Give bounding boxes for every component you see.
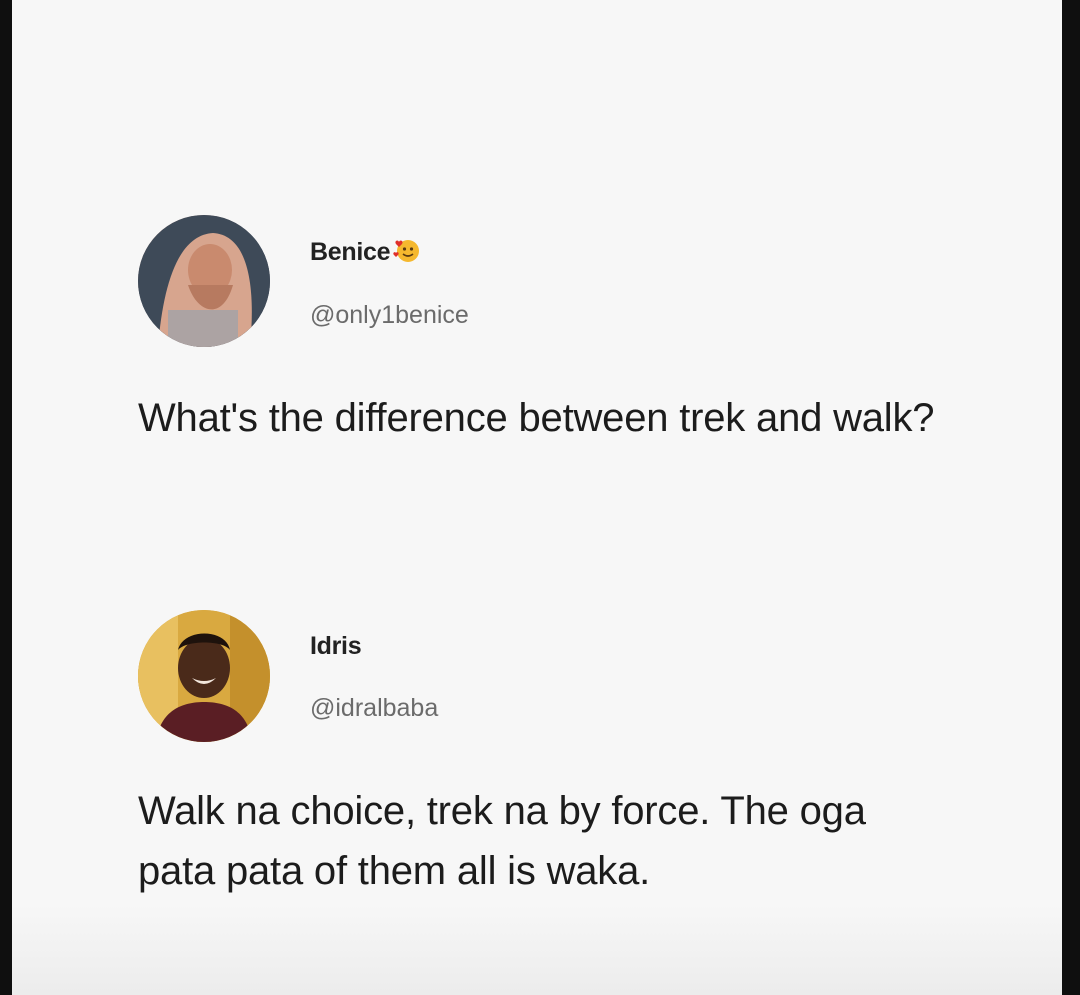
username-handle[interactable]: @idralbaba xyxy=(310,694,438,723)
avatar[interactable] xyxy=(138,215,270,347)
tweet-header: Idris @idralbaba xyxy=(138,610,1038,745)
tweet-text: Walk na choice, trek na by force. The og… xyxy=(138,789,866,893)
post-card: Benice @only1benice What's the differenc… xyxy=(12,0,1062,995)
avatar-image xyxy=(138,215,270,347)
tweet-header: Benice @only1benice xyxy=(138,215,1038,350)
tweet-text: What's the difference between trek and w… xyxy=(138,396,935,440)
screenshot-frame: Benice @only1benice What's the differenc… xyxy=(0,0,1080,995)
username-handle[interactable]: @only1benice xyxy=(310,301,469,330)
avatar[interactable] xyxy=(138,610,270,742)
tweet-idris[interactable]: Idris @idralbaba Walk na choice, trek na… xyxy=(138,610,1038,901)
display-name[interactable]: Idris xyxy=(310,632,362,661)
smiling-face-with-hearts-emoji-icon xyxy=(392,237,420,263)
tweet-benice[interactable]: Benice @only1benice What's the differenc… xyxy=(138,215,1038,448)
bottom-fade xyxy=(12,905,1062,995)
avatar-image xyxy=(138,610,270,742)
display-name[interactable]: Benice xyxy=(310,237,420,267)
